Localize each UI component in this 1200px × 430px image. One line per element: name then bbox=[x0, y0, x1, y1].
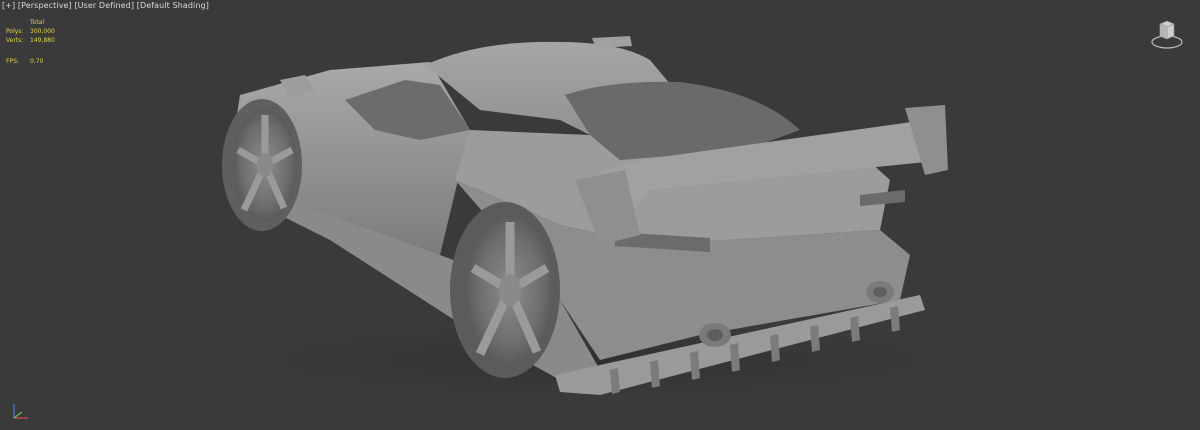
front-wheel bbox=[222, 99, 302, 231]
viewport-perspective[interactable]: [+] [Perspective] [User Defined] [Defaul… bbox=[0, 0, 1200, 430]
axis-gizmo-icon bbox=[13, 404, 28, 419]
viewcube-icon[interactable] bbox=[1150, 16, 1184, 50]
roof-scoop bbox=[592, 36, 632, 48]
rear-wheel bbox=[450, 202, 560, 378]
car-model[interactable] bbox=[0, 0, 1200, 430]
